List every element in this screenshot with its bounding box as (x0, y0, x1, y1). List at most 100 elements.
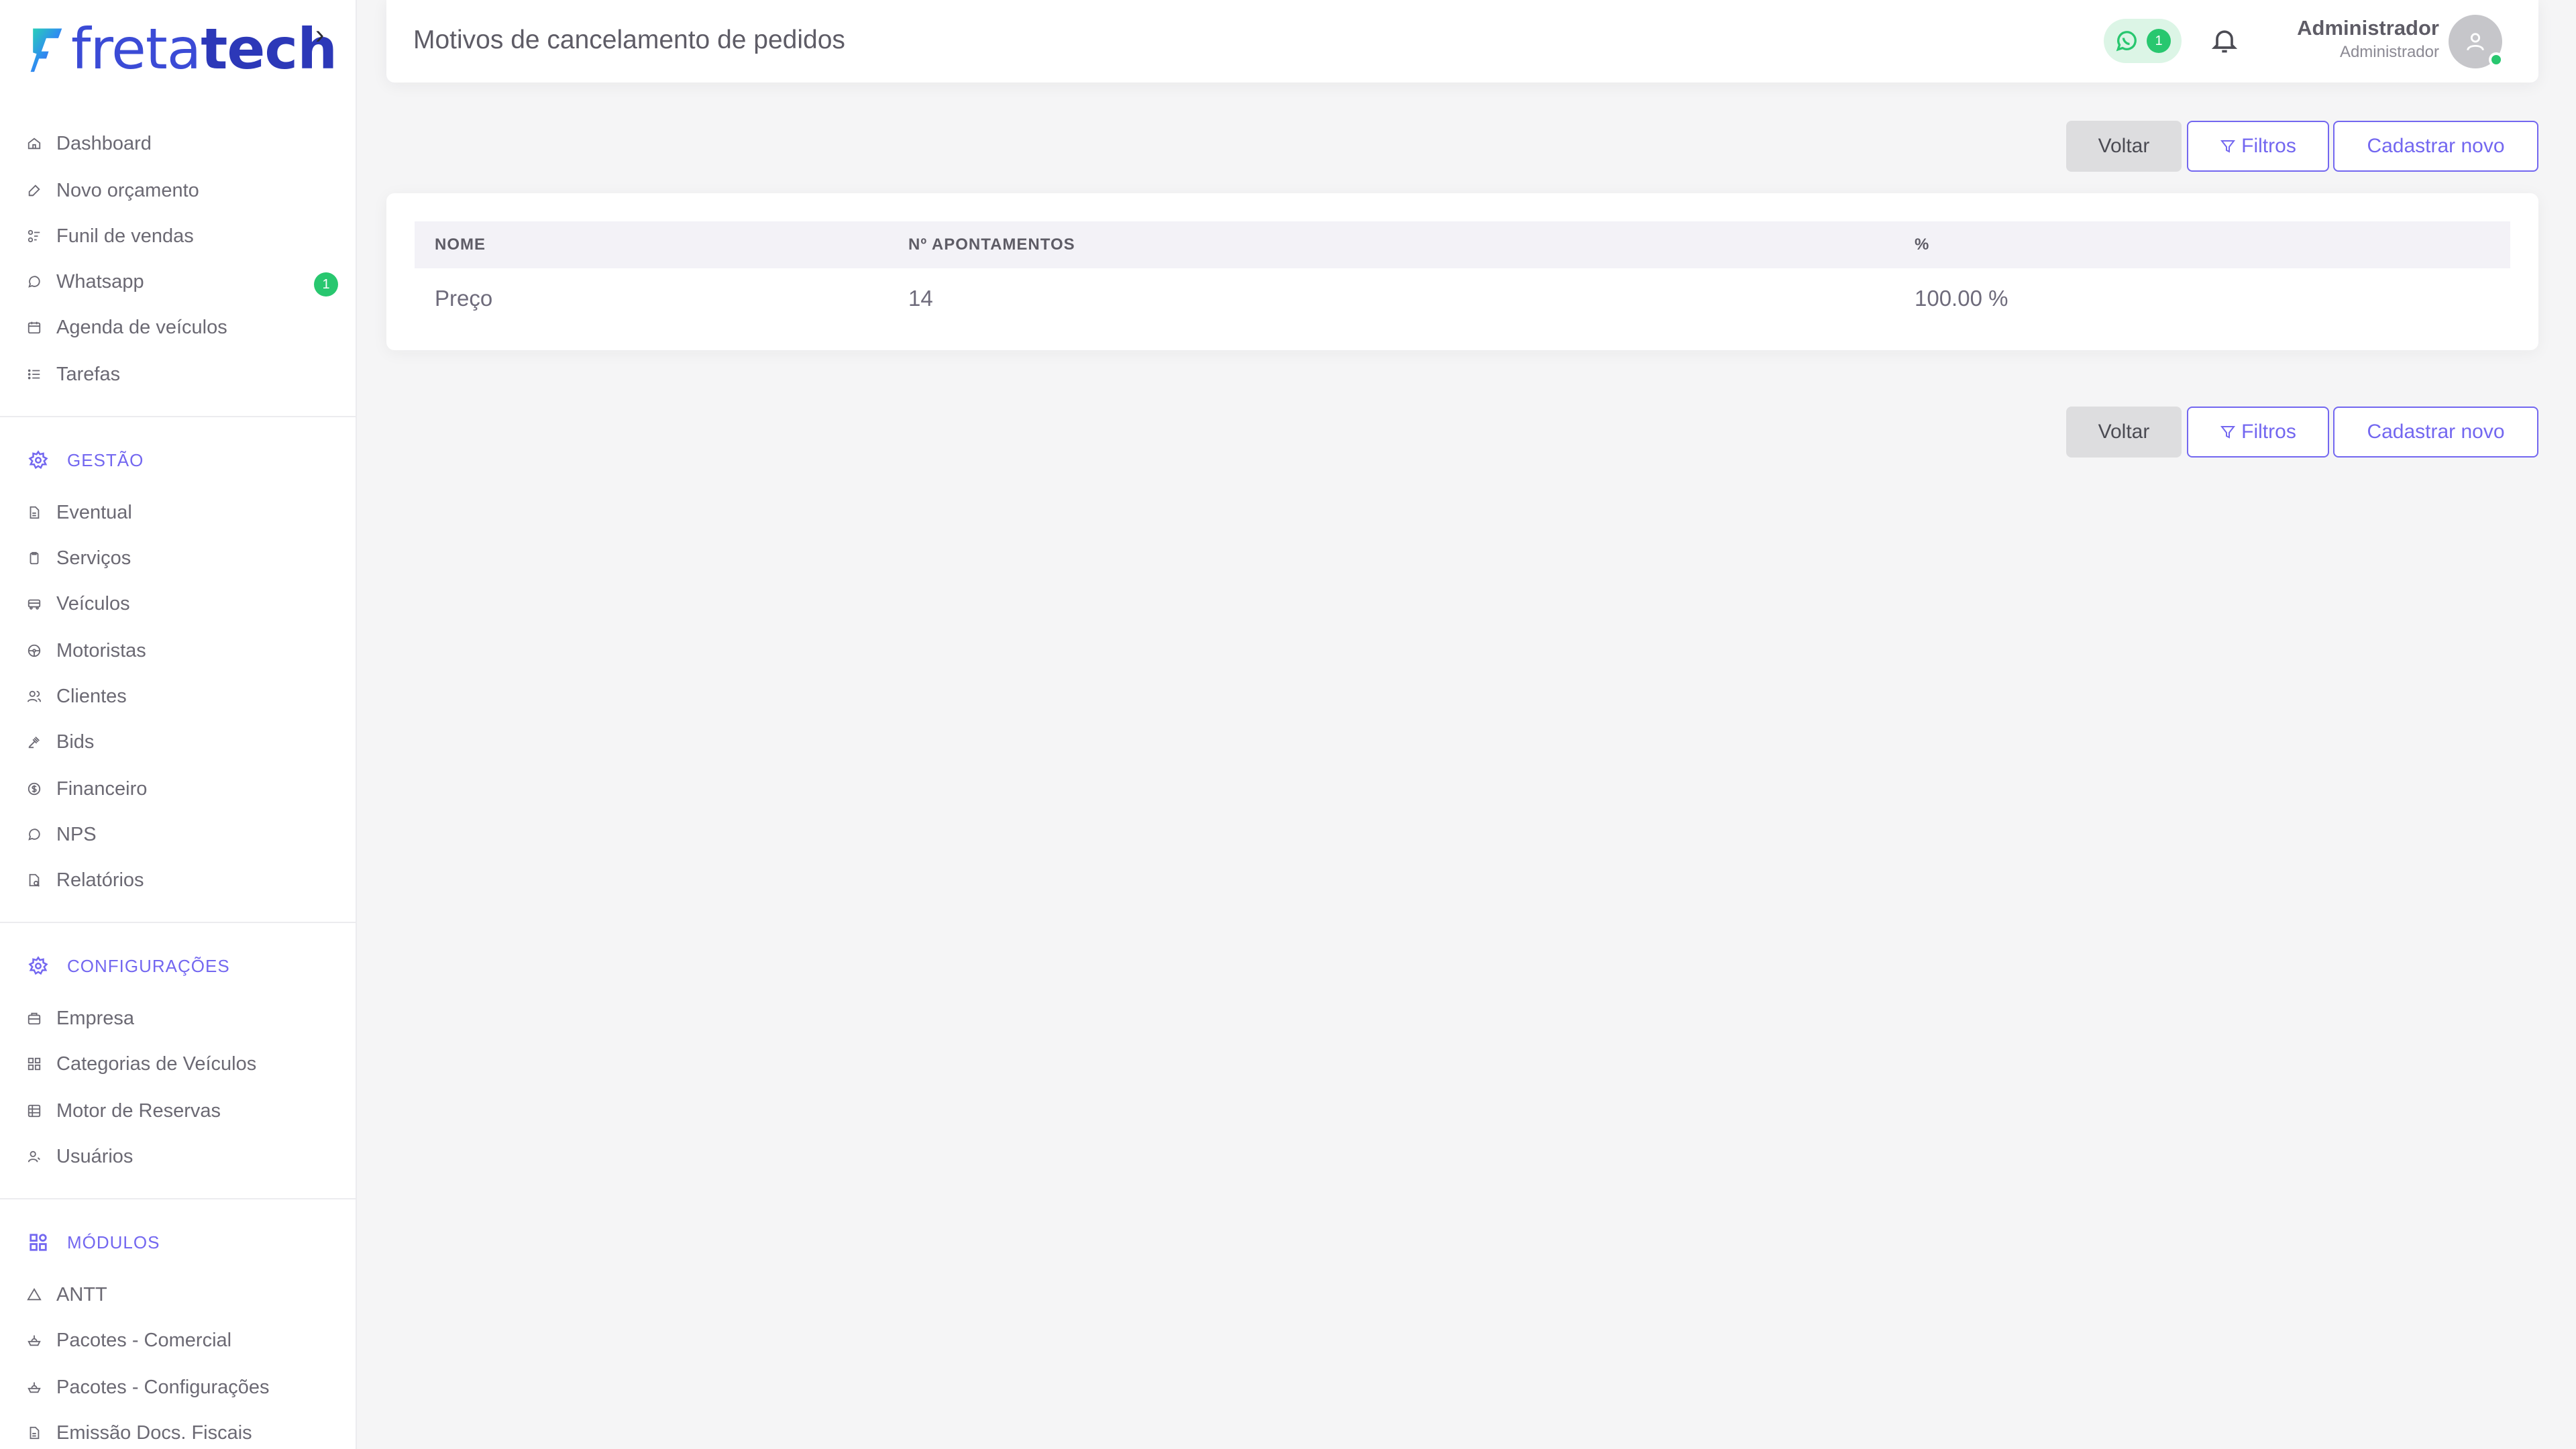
back-button[interactable]: Voltar (2066, 407, 2182, 458)
table-icon (27, 1104, 42, 1118)
sidebar-item-relatorios[interactable]: Relatórios (27, 863, 338, 898)
collapse-chevron-icon[interactable]: › (315, 20, 324, 50)
sidebar-item-empresa[interactable]: Empresa (27, 1001, 338, 1036)
cell-nome: Preço (435, 286, 493, 311)
back-button[interactable]: Voltar (2066, 121, 2182, 172)
whatsapp-icon (27, 274, 42, 289)
sidebar-item-dashboard[interactable]: Dashboard (27, 126, 338, 161)
sidebar-item-label: Categorias de Veículos (56, 1053, 257, 1075)
apps-icon (28, 1232, 48, 1252)
bottom-actions: Voltar Filtros Cadastrar novo (2066, 407, 2538, 458)
user-info[interactable]: Administrador Administrador (2297, 16, 2439, 62)
edit-icon (27, 183, 42, 198)
whatsapp-badge: 1 (314, 272, 338, 297)
sidebar-item-label: Tarefas (56, 363, 121, 385)
report-icon (27, 873, 42, 888)
user-icon (2467, 33, 2484, 51)
sidebar-item-servicos[interactable]: Serviços (27, 541, 338, 576)
calendar-icon (27, 320, 42, 335)
sidebar-item-pacotes-configuracoes[interactable]: Pacotes - Configurações (27, 1370, 338, 1405)
create-new-button[interactable]: Cadastrar novo (2333, 407, 2538, 458)
filters-label: Filtros (2241, 135, 2296, 157)
table-header: NOME Nº APONTAMENTOS % (415, 221, 2510, 268)
sidebar-divider (0, 1198, 357, 1199)
gear-icon (28, 956, 48, 976)
list-icon (27, 367, 42, 382)
sidebar-item-pacotes-comercial[interactable]: Pacotes - Comercial (27, 1323, 338, 1358)
funnel-icon (27, 229, 42, 244)
user-icon (27, 1149, 42, 1164)
filter-icon (2220, 140, 2236, 153)
users-icon (27, 689, 42, 704)
sidebar-item-antt[interactable]: ANTT (27, 1277, 338, 1312)
sidebar-item-bids[interactable]: Bids (27, 724, 338, 759)
sidebar-item-label: Dashboard (56, 132, 152, 154)
sidebar-item-categorias-de-veiculos[interactable]: Categorias de Veículos (27, 1046, 338, 1081)
home-icon (27, 136, 42, 151)
document-icon (27, 505, 42, 520)
user-name: Administrador (2297, 16, 2439, 40)
sidebar-item-motoristas[interactable]: Motoristas (27, 633, 338, 668)
sidebar-item-eventual[interactable]: Eventual (27, 495, 338, 530)
avatar[interactable] (2449, 15, 2504, 68)
sidebar-item-motor-de-reservas[interactable]: Motor de Reservas (27, 1093, 338, 1128)
sidebar-divider (0, 416, 357, 417)
column-header-apontamentos[interactable]: Nº APONTAMENTOS (908, 221, 1075, 268)
brand-logo[interactable]: fretatech (28, 19, 337, 79)
sidebar-item-label: Serviços (56, 547, 131, 569)
sidebar-item-novo-orcamento[interactable]: Novo orçamento (27, 173, 338, 208)
sidebar-item-veiculos[interactable]: Veículos (27, 586, 338, 621)
top-actions: Voltar Filtros Cadastrar novo (2066, 121, 2538, 172)
filters-button[interactable]: Filtros (2187, 407, 2329, 458)
whatsapp-notification-button[interactable]: 1 (2104, 19, 2182, 63)
sidebar-item-clientes[interactable]: Clientes (27, 679, 338, 714)
logo-mark-icon (30, 28, 62, 72)
sidebar-item-label: ANTT (56, 1283, 107, 1305)
sidebar-item-whatsapp[interactable]: Whatsapp 1 (27, 264, 338, 299)
user-role: Administrador (2339, 43, 2439, 61)
create-new-button[interactable]: Cadastrar novo (2333, 121, 2538, 172)
sidebar-item-agenda-de-veiculos[interactable]: Agenda de veículos (27, 310, 338, 345)
sidebar-item-usuarios[interactable]: Usuários (27, 1139, 338, 1174)
top-navbar: Motivos de cancelamento de pedidos 1 Adm… (386, 0, 2538, 83)
sidebar-item-label: Eventual (56, 501, 132, 523)
sidebar-item-label: Usuários (56, 1145, 133, 1167)
sidebar-item-tarefas[interactable]: Tarefas (27, 357, 338, 392)
section-title: CONFIGURAÇÕES (67, 955, 230, 976)
sidebar-item-label: Financeiro (56, 777, 148, 800)
sidebar-item-label: Clientes (56, 685, 127, 707)
column-header-percent[interactable]: % (1915, 221, 1929, 268)
page-title: Motivos de cancelamento de pedidos (413, 25, 845, 54)
logo-text-light: freta (70, 16, 201, 82)
cell-apontamentos: 14 (908, 286, 933, 311)
section-title: MÓDULOS (67, 1232, 160, 1252)
chat-icon (27, 827, 42, 842)
sidebar-item-label: Empresa (56, 1007, 135, 1029)
sidebar-item-label: Funil de vendas (56, 225, 194, 247)
coin-icon (27, 782, 42, 796)
sidebar-item-emissao-docs-fiscais[interactable]: Emissão Docs. Fiscais (27, 1415, 338, 1449)
sidebar-item-label: Motoristas (56, 639, 146, 661)
cell-percent: 100.00 % (1915, 286, 2008, 311)
results-table-card: NOME Nº APONTAMENTOS % Preço 14 100.00 % (386, 193, 2538, 350)
logo-text: fretatech (71, 21, 337, 77)
sidebar-item-label: Novo orçamento (56, 179, 199, 201)
package-icon (27, 1333, 42, 1348)
bus-icon (27, 596, 42, 611)
gear-icon (28, 450, 48, 470)
sidebar-item-label: Relatórios (56, 869, 144, 891)
bell-icon[interactable] (2210, 25, 2239, 55)
column-header-nome[interactable]: NOME (435, 221, 486, 268)
sidebar-item-label: Bids (56, 731, 95, 753)
section-configuracoes: CONFIGURAÇÕES (28, 953, 230, 979)
sidebar-item-label: Veículos (56, 592, 130, 614)
online-status-dot (2489, 52, 2504, 67)
whatsapp-icon (2116, 31, 2137, 52)
sidebar-item-label: Agenda de veículos (56, 316, 227, 338)
sidebar-item-financeiro[interactable]: Financeiro (27, 771, 338, 806)
section-title: GESTÃO (67, 449, 144, 470)
filters-button[interactable]: Filtros (2187, 121, 2329, 172)
sidebar-item-nps[interactable]: NPS (27, 817, 338, 852)
section-modulos: MÓDULOS (28, 1229, 160, 1256)
sidebar-item-funil-de-vendas[interactable]: Funil de vendas (27, 219, 338, 254)
